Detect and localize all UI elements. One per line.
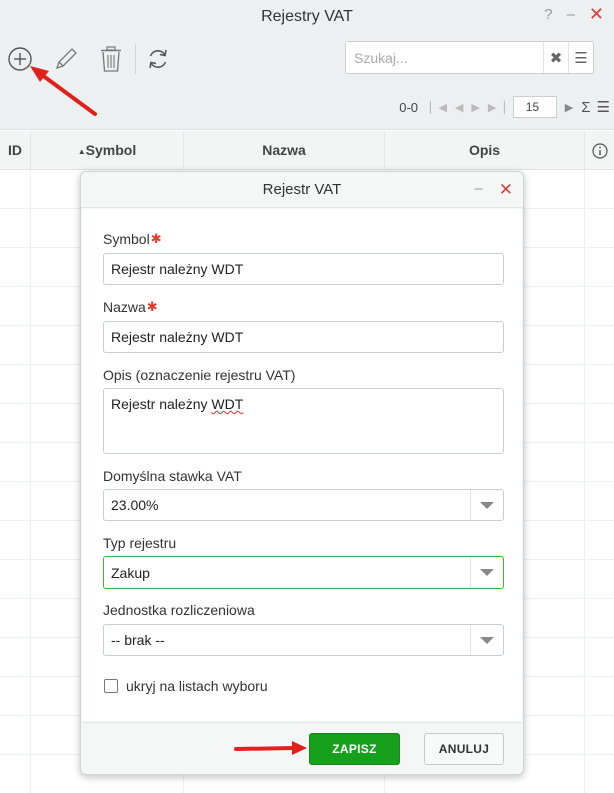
settlement-unit-label: Jednostka rozliczeniowa [103,602,255,618]
chevron-down-icon[interactable] [470,557,503,588]
settlement-unit-select[interactable]: -- brak -- [103,624,504,656]
chevron-down-icon[interactable] [470,625,503,655]
trash-icon [101,46,121,72]
dialog-title-bar: Rejestr VAT [81,172,523,208]
register-dialog: Rejestr VAT – ✕ Symbol✱ Rejestr należny … [80,171,524,775]
edit-button[interactable] [51,44,81,74]
clear-search-button[interactable]: ✖ [543,42,568,73]
prev-page-icon[interactable]: ◀ [455,101,463,114]
column-header-id[interactable]: ID [0,131,31,170]
hide-checkbox-label: ukryj na listach wyboru [126,678,268,694]
minimize-button[interactable]: – [567,6,575,23]
window-title-bar: Rejestry VAT [0,0,614,34]
toolbar: ✖ ☰ 0-0 ▏◀ ◀ ▶ ▶▕ 15 ▶ Σ ☰ [0,34,614,130]
pager-range: 0-0 [399,99,419,115]
first-page-icon[interactable]: ▏◀ [430,101,447,114]
column-info-button[interactable] [585,131,614,170]
required-mark: ✱ [150,231,162,246]
refresh-button[interactable] [143,44,173,74]
clear-icon: ✖ [549,49,563,67]
vat-rate-label: Domyślna stawka VAT [103,468,242,484]
delete-button[interactable] [96,44,126,74]
pager: 0-0 ▏◀ ◀ ▶ ▶▕ 15 ▶ Σ ☰ [399,95,614,119]
dialog-footer: ZAPISZ ANULUJ [82,722,522,774]
menu-icon: ☰ [574,49,588,67]
last-page-icon[interactable]: ▶▕ [488,101,505,114]
symbol-label: Symbol✱ [103,231,162,247]
dialog-title: Rejestr VAT [262,181,342,198]
register-type-label: Typ rejestru [103,535,177,551]
window-controls: ? – ✕ [544,5,604,23]
hide-checkbox[interactable] [104,679,118,693]
plus-circle-icon [8,47,32,71]
column-header-symbol[interactable]: ▲Symbol [31,131,184,170]
search-box: ✖ ☰ [345,41,594,74]
name-input[interactable]: Rejestr należny WDT [103,321,504,353]
add-button[interactable] [5,44,35,74]
description-label: Opis (oznaczenie rejestru VAT) [103,367,296,383]
chevron-down-icon[interactable] [470,490,503,520]
sum-icon[interactable]: Σ [581,99,590,116]
dialog-close-button[interactable]: ✕ [499,180,513,200]
window-title: Rejestry VAT [261,8,353,25]
register-type-select[interactable]: Zakup [103,556,504,589]
vat-rate-select[interactable]: 23.00% [103,489,504,521]
pencil-icon [55,48,77,70]
sort-asc-icon: ▲ [77,146,86,156]
column-header-description[interactable]: Opis [385,131,585,170]
grid-menu-icon[interactable]: ☰ [597,98,610,116]
cancel-button[interactable]: ANULUJ [424,733,504,765]
search-menu-button[interactable]: ☰ [568,42,593,73]
dialog-minimize-button[interactable]: – [474,180,482,200]
close-button[interactable]: ✕ [589,5,604,23]
dialog-form: Symbol✱ Rejestr należny WDT Nazwa✱ Rejes… [82,209,522,721]
required-mark: ✱ [146,299,158,314]
name-label: Nazwa✱ [103,299,158,315]
column-header-name[interactable]: Nazwa [184,131,385,170]
search-input[interactable] [346,42,543,73]
help-button[interactable]: ? [544,6,552,23]
page-size-arrow-icon[interactable]: ▶ [565,101,573,114]
description-textarea[interactable]: Rejestr należny WDT [103,388,504,454]
refresh-icon [149,49,167,69]
next-page-icon[interactable]: ▶ [471,101,479,114]
page-size-select[interactable]: 15 [512,96,557,118]
grid-header: ID ▲Symbol Nazwa Opis [0,131,614,170]
toolbar-divider [135,44,136,74]
symbol-input[interactable]: Rejestr należny WDT [103,253,504,285]
save-button[interactable]: ZAPISZ [309,733,400,765]
dialog-controls: – ✕ [474,180,513,200]
hide-option[interactable]: ukryj na listach wyboru [104,678,268,694]
info-icon [591,143,608,159]
